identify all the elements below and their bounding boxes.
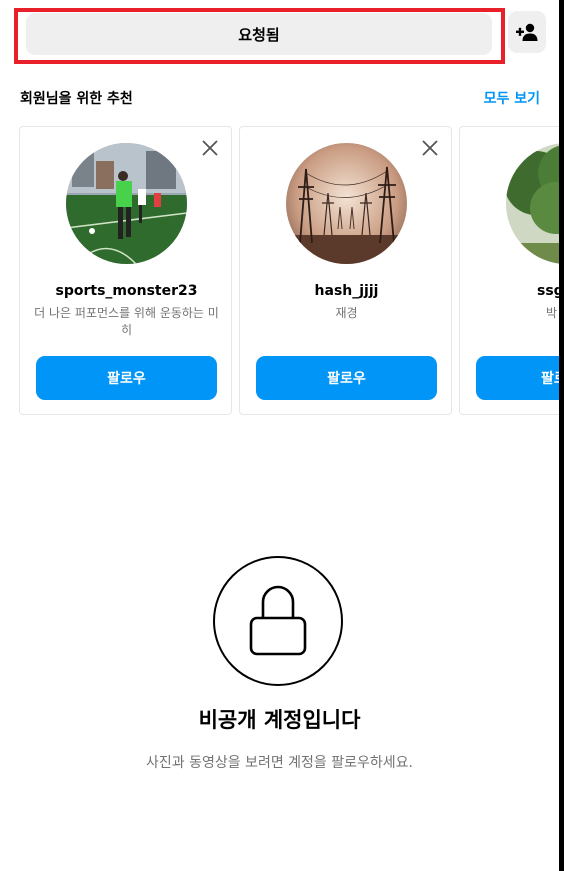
private-account-subtitle: 사진과 동영상을 보려면 계정을 팔로우하세요. <box>146 755 413 771</box>
suggested-users-button[interactable] <box>508 11 546 53</box>
close-icon[interactable] <box>421 139 439 157</box>
avatar[interactable] <box>66 143 187 264</box>
private-account-title: 비공개 계정입니다 <box>198 708 361 732</box>
requested-button[interactable]: 요청됨 <box>26 13 492 55</box>
suggestions-carousel: sports_monster23 더 나은 퍼포먼스를 위해 운동하는 미히 팔… <box>19 126 559 418</box>
lock-icon-circle <box>213 556 343 686</box>
soccer-players-photo <box>66 143 187 264</box>
suggestions-title: 회원님을 위한 추천 <box>20 91 133 107</box>
suggestion-username[interactable]: ssg <box>537 283 559 299</box>
follow-button[interactable]: 팔로 <box>476 356 559 400</box>
suggestion-subtitle: 재경 <box>335 306 358 320</box>
suggestion-subtitle: 박 <box>546 306 558 320</box>
profile-action-row: 요청됨 <box>14 8 554 68</box>
power-lines-photo <box>286 143 407 264</box>
suggestion-card: hash_jjjj 재경 팔로우 <box>239 126 452 415</box>
suggestions-header: 회원님을 위한 추천 모두 보기 <box>20 88 540 108</box>
window-edge <box>559 0 564 871</box>
avatar[interactable] <box>506 143 559 264</box>
see-all-link[interactable]: 모두 보기 <box>484 88 540 108</box>
follow-button[interactable]: 팔로우 <box>36 356 217 400</box>
suggestion-username[interactable]: sports_monster23 <box>20 283 233 299</box>
lock-icon <box>249 585 307 656</box>
close-icon[interactable] <box>201 139 219 157</box>
tree-photo <box>506 143 559 264</box>
suggestion-subtitle: 더 나은 퍼포먼스를 위해 운동하는 미히 <box>34 306 219 337</box>
avatar[interactable] <box>286 143 407 264</box>
suggestion-username[interactable]: hash_jjjj <box>240 283 453 299</box>
suggestion-card: ssg 박 팔로 <box>459 126 559 415</box>
follow-button[interactable]: 팔로우 <box>256 356 437 400</box>
add-user-icon <box>516 23 538 41</box>
suggestion-card: sports_monster23 더 나은 퍼포먼스를 위해 운동하는 미히 팔… <box>19 126 232 415</box>
